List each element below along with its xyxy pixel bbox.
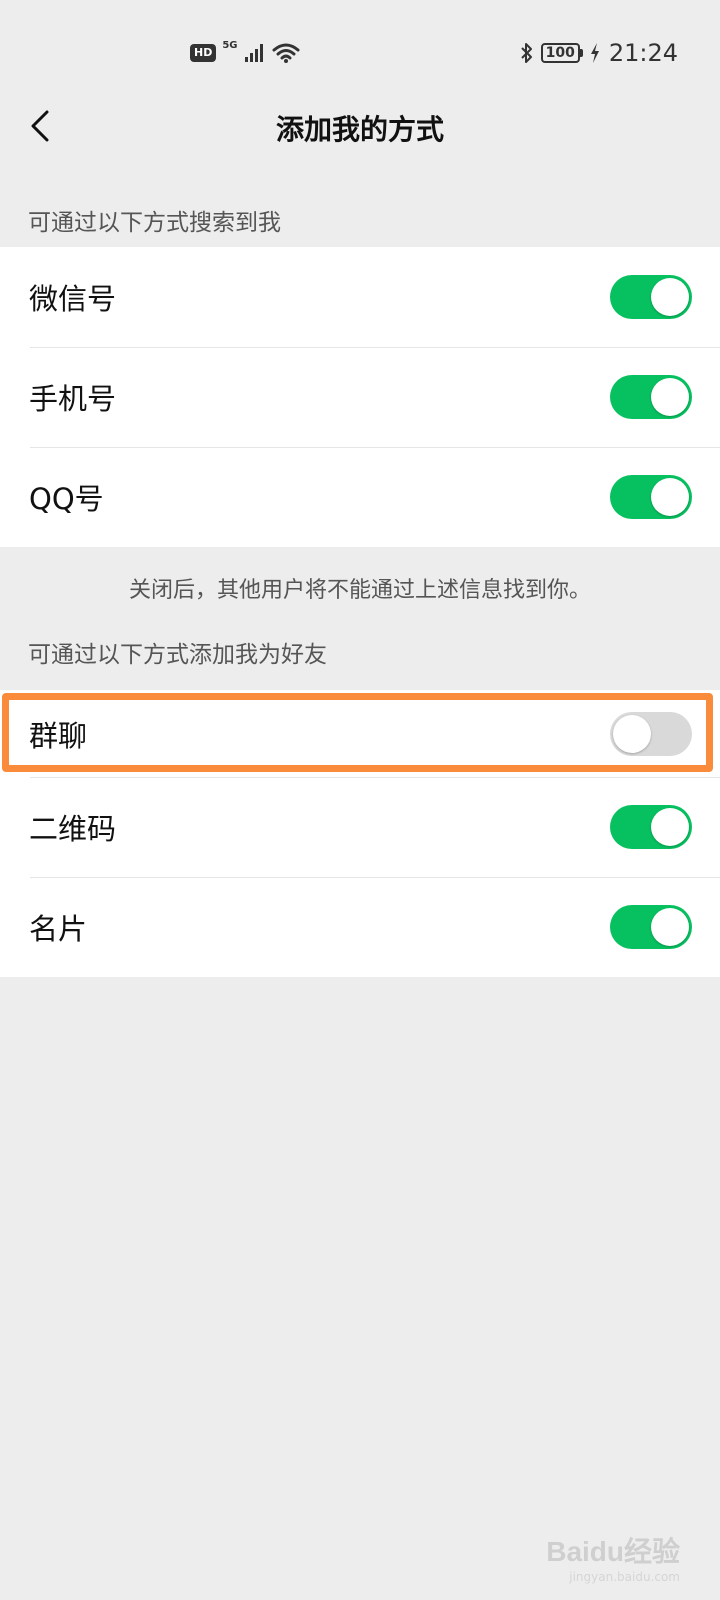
setting-row-business-card[interactable]: 名片 — [0, 877, 720, 977]
watermark-sub: jingyan.baidu.com — [569, 1570, 680, 1584]
add-section-header: 可通过以下方式添加我为好友 — [28, 642, 327, 668]
wechat-id-toggle[interactable] — [610, 275, 692, 319]
battery-indicator: 100 — [540, 43, 583, 63]
setting-row-group-chat[interactable]: 群聊 — [0, 690, 720, 777]
battery-level: 100 — [540, 43, 580, 63]
search-section-footer: 关闭后，其他用户将不能通过上述信息找到你。 — [128, 578, 591, 603]
status-right: 100 21:24 — [519, 38, 678, 68]
hd-badge: HD — [190, 44, 217, 62]
toggle-knob — [651, 808, 689, 846]
setting-label: 二维码 — [29, 812, 117, 846]
setting-label: 名片 — [29, 912, 88, 946]
setting-row-qq[interactable]: QQ号 — [0, 447, 720, 547]
setting-row-qr-code[interactable]: 二维码 — [0, 777, 720, 877]
toggle-knob — [651, 378, 689, 416]
phone-toggle[interactable] — [610, 375, 692, 419]
business-card-toggle[interactable] — [610, 905, 692, 949]
toggle-knob — [613, 715, 651, 753]
toggle-knob — [651, 278, 689, 316]
nav-bar: 添加我的方式 — [0, 86, 720, 166]
setting-row-phone[interactable]: 手机号 — [0, 347, 720, 447]
watermark-brand: Baidu经验 — [546, 1536, 680, 1567]
setting-label: 微信号 — [29, 282, 117, 316]
status-center: HD 5G — [190, 38, 300, 68]
page-title: 添加我的方式 — [275, 113, 444, 146]
setting-row-wechat-id[interactable]: 微信号 — [0, 247, 720, 347]
clock: 21:24 — [608, 39, 678, 67]
network-type: 5G — [222, 40, 238, 51]
search-settings-group: 微信号 手机号 QQ号 — [0, 247, 720, 547]
baidu-watermark: Baidu经验 jingyan.baidu.com — [546, 1530, 680, 1584]
charging-icon — [590, 43, 599, 63]
toggle-knob — [651, 478, 689, 516]
qr-code-toggle[interactable] — [610, 805, 692, 849]
bluetooth-icon — [520, 43, 532, 63]
wifi-icon — [272, 43, 300, 63]
signal-icon — [244, 44, 263, 62]
setting-label: 手机号 — [29, 382, 117, 416]
toggle-knob — [651, 908, 689, 946]
add-settings-group: 群聊 二维码 名片 — [0, 690, 720, 977]
setting-label: 群聊 — [29, 718, 88, 753]
qq-toggle[interactable] — [610, 475, 692, 519]
group-chat-toggle[interactable] — [610, 712, 692, 756]
search-section-header: 可通过以下方式搜索到我 — [28, 210, 281, 236]
battery-tip — [579, 49, 583, 57]
setting-label: QQ号 — [29, 482, 104, 516]
